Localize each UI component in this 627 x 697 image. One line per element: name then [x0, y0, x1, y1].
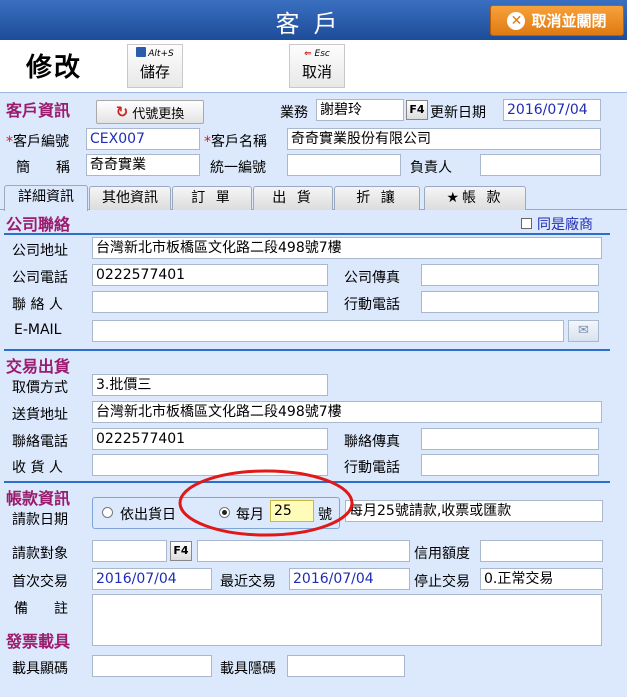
tab-allowances[interactable]: 折 讓: [334, 186, 420, 210]
owner-field[interactable]: [480, 154, 601, 176]
bill-date-label: 請款日期: [12, 512, 68, 528]
company-section-title: 公司聯絡: [6, 215, 71, 234]
cancel-close-label: 取消並關閉: [531, 12, 607, 30]
tax-id-label: 統一編號: [210, 160, 266, 176]
carrier-hidden-field[interactable]: [287, 655, 405, 677]
trade-mobile-field[interactable]: [421, 454, 599, 476]
company-fax-field[interactable]: [421, 264, 599, 286]
required-mark: *: [204, 134, 211, 150]
cancel-close-button[interactable]: ✕ 取消並關閉: [490, 5, 624, 36]
contact-fax-label: 聯絡傳真: [344, 434, 400, 450]
update-date-label: 更新日期: [430, 105, 486, 121]
tab-orders[interactable]: 訂 單: [172, 186, 252, 210]
required-mark: *: [6, 134, 13, 150]
remark-field[interactable]: [92, 594, 602, 646]
email-label: E-MAIL: [14, 322, 62, 338]
contact-phone-field[interactable]: 0222577401: [92, 428, 328, 450]
tab-detail[interactable]: 詳細資訊: [4, 185, 88, 211]
carrier-display-label: 載具顯碼: [12, 661, 68, 677]
remark-label: 備 註: [14, 601, 74, 617]
mobile-label: 行動電話: [344, 297, 400, 313]
bill-note-field[interactable]: 每月25號請款,收票或匯款: [345, 500, 603, 522]
sales-f4-button[interactable]: F4: [406, 100, 428, 120]
cancel-hotkey: Esc: [314, 49, 330, 59]
company-fax-label: 公司傳真: [344, 270, 400, 286]
radio-ship-date-label: 依出貨日: [120, 507, 176, 523]
code-change-button[interactable]: ↻ 代號更換: [96, 100, 204, 124]
save-label: 儲存: [139, 63, 170, 81]
tab-shipments[interactable]: 出 貨: [253, 186, 333, 210]
radio-ship-date[interactable]: [102, 507, 113, 518]
contact-field[interactable]: [92, 291, 328, 313]
ship-address-field[interactable]: 台灣新北市板橋區文化路二段498號7樓: [92, 401, 602, 423]
last-trade-label: 最近交易: [220, 574, 276, 590]
same-vendor-label: 同是廠商: [537, 217, 593, 233]
same-vendor-checkbox[interactable]: [521, 218, 532, 229]
trade-section-title: 交易出貨: [6, 357, 71, 376]
bill-target-f4-button[interactable]: F4: [170, 541, 192, 561]
name-label: *客戶名稱: [204, 131, 267, 151]
email-field[interactable]: [92, 320, 564, 342]
save-button[interactable]: Alt+S 儲存: [127, 44, 183, 88]
bill-target-code-field[interactable]: [92, 540, 167, 562]
short-field[interactable]: 奇奇實業: [86, 154, 200, 176]
credit-label: 信用額度: [414, 546, 470, 562]
price-method-field[interactable]: 3.批價三: [92, 374, 328, 396]
customer-section-title: 客戶資訊: [6, 101, 71, 120]
first-trade-field[interactable]: 2016/07/04: [92, 568, 212, 590]
tab-other[interactable]: 其他資訊: [89, 186, 171, 210]
contact-label: 聯 絡 人: [12, 297, 63, 313]
company-phone-field[interactable]: 0222577401: [92, 264, 328, 286]
save-icon: [136, 47, 147, 57]
sales-field[interactable]: 謝碧玲: [316, 99, 404, 121]
sales-label: 業務: [280, 105, 308, 121]
highlight-ellipse: [178, 469, 354, 537]
stop-trade-label: 停止交易: [414, 574, 470, 590]
stop-trade-field[interactable]: 0.正常交易: [480, 568, 603, 590]
ship-address-label: 送貨地址: [12, 407, 68, 423]
name-label-text: 客戶名稱: [211, 134, 267, 150]
last-trade-field[interactable]: 2016/07/04: [289, 568, 410, 590]
mobile-field[interactable]: [421, 291, 599, 313]
carrier-display-field[interactable]: [92, 655, 212, 677]
close-icon: ✕: [507, 11, 526, 30]
save-hotkey: Alt+S: [148, 49, 174, 59]
credit-field[interactable]: [480, 540, 603, 562]
section-divider: [4, 349, 610, 351]
company-address-label: 公司地址: [12, 243, 68, 259]
code-change-label: 代號更換: [132, 106, 185, 122]
short-label: 簡 稱: [16, 160, 76, 176]
swap-icon: ↻: [115, 103, 129, 121]
update-date-field[interactable]: 2016/07/04: [503, 99, 601, 121]
code-field[interactable]: CEX007: [86, 128, 200, 150]
bill-target-label: 請款對象: [12, 546, 68, 562]
code-label-text: 客戶編號: [13, 134, 69, 150]
receiver-label: 收 貨 人: [12, 460, 63, 476]
back-arrow-icon: ⇐: [304, 49, 312, 59]
mode-title: 修改: [26, 53, 83, 83]
bill-target-name-field[interactable]: [197, 540, 410, 562]
price-method-label: 取價方式: [12, 380, 68, 396]
carrier-hidden-label: 載具隱碼: [220, 661, 276, 677]
send-mail-button[interactable]: ✉: [568, 320, 599, 342]
billing-section-title: 帳款資訊: [6, 489, 71, 508]
tax-id-field[interactable]: [287, 154, 401, 176]
owner-label: 負責人: [410, 160, 452, 176]
contact-fax-field[interactable]: [421, 428, 599, 450]
company-address-field[interactable]: 台灣新北市板橋區文化路二段498號7樓: [92, 237, 602, 259]
first-trade-label: 首次交易: [12, 574, 68, 590]
cancel-label: 取消: [301, 63, 332, 81]
invoice-section-title: 發票載具: [6, 632, 71, 651]
cancel-button[interactable]: ⇐ Esc 取消: [289, 44, 345, 88]
contact-phone-label: 聯絡電話: [12, 434, 68, 450]
tab-accounts[interactable]: ★帳 款: [424, 186, 526, 210]
code-label: *客戶編號: [6, 131, 69, 151]
envelope-icon: ✉: [578, 323, 589, 338]
company-phone-label: 公司電話: [12, 270, 68, 286]
section-divider: [4, 233, 610, 235]
name-field[interactable]: 奇奇實業股份有限公司: [287, 128, 601, 150]
